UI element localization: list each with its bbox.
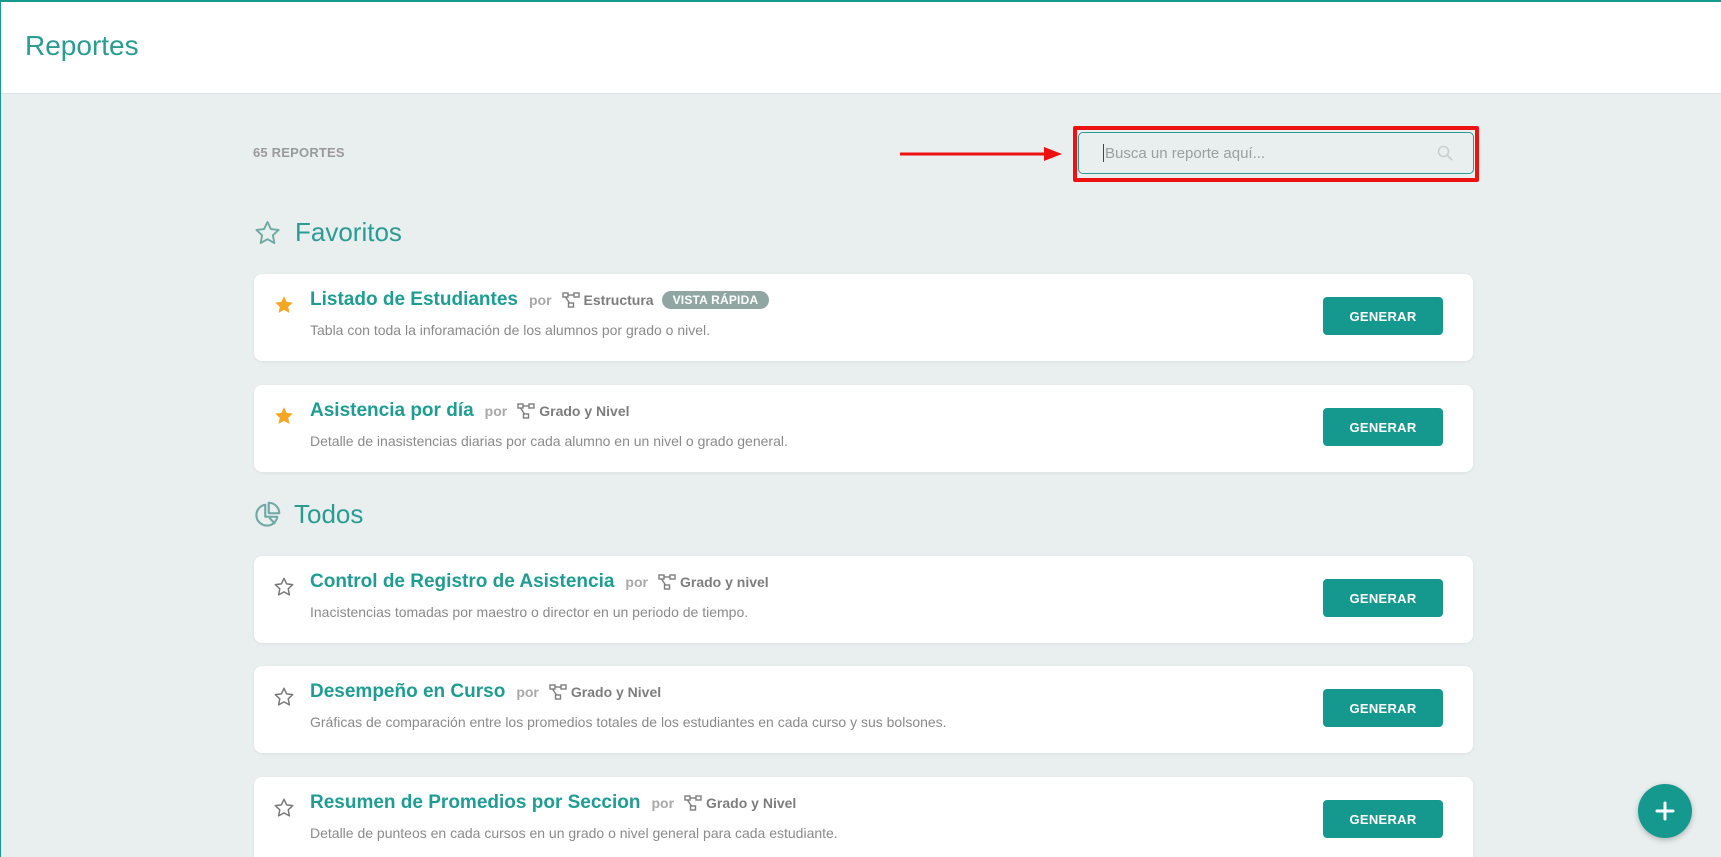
report-por-label: por bbox=[516, 684, 539, 700]
report-title[interactable]: Listado de Estudiantes bbox=[310, 289, 518, 311]
star-outline-icon[interactable] bbox=[273, 686, 295, 708]
generate-button[interactable]: GENERAR bbox=[1323, 800, 1443, 838]
structure-icon bbox=[549, 684, 567, 700]
report-por-label: por bbox=[528, 292, 552, 308]
report-count: 65 REPORTES bbox=[253, 145, 345, 160]
structure-icon bbox=[658, 574, 676, 590]
report-title[interactable]: Desempeño en Curso bbox=[310, 681, 505, 703]
report-title[interactable]: Resumen de Promedios por Seccion bbox=[310, 792, 640, 814]
star-outline-icon[interactable] bbox=[273, 797, 295, 819]
star-filled-icon[interactable] bbox=[273, 294, 295, 316]
star-outline-icon[interactable] bbox=[273, 576, 295, 598]
star-outline-icon bbox=[255, 220, 280, 244]
left-border-line bbox=[0, 0, 1, 857]
report-description: Detalle de inasistencias diarias por cad… bbox=[310, 433, 788, 449]
add-report-button[interactable] bbox=[1638, 784, 1692, 838]
report-description: Tabla con toda la inforamación de los al… bbox=[310, 322, 711, 338]
favorites-title: Favoritos bbox=[295, 217, 402, 247]
search-icon[interactable] bbox=[1437, 145, 1453, 161]
report-scope: Estructura bbox=[583, 292, 654, 308]
report-card: Control de Registro de Asistencia por Gr… bbox=[254, 556, 1473, 643]
generate-button[interactable]: GENERAR bbox=[1323, 408, 1443, 446]
report-title[interactable]: Asistencia por día bbox=[310, 400, 474, 422]
pie-chart-icon bbox=[255, 501, 281, 527]
report-card: Asistencia por día por Grado y Nivel Det… bbox=[254, 385, 1473, 472]
report-scope: Grado y Nivel bbox=[539, 403, 630, 419]
all-title: Todos bbox=[294, 499, 364, 529]
annotation-arrow bbox=[900, 147, 1062, 161]
search-field[interactable] bbox=[1078, 132, 1474, 174]
quick-view-badge: VISTA RÁPIDA bbox=[661, 291, 770, 309]
report-card: Desempeño en Curso por Grado y Nivel Grá… bbox=[254, 666, 1473, 753]
structure-icon bbox=[684, 795, 702, 811]
report-scope: Grado y Nivel bbox=[570, 684, 662, 700]
structure-icon bbox=[517, 403, 535, 419]
plus-icon bbox=[1655, 801, 1675, 821]
favorites-section-header: Favoritos bbox=[253, 217, 402, 248]
report-por-label: por bbox=[651, 795, 675, 811]
report-scope: Grado y Nivel bbox=[706, 795, 797, 811]
generate-button[interactable]: GENERAR bbox=[1323, 579, 1443, 617]
generate-button[interactable]: GENERAR bbox=[1323, 689, 1443, 727]
structure-icon bbox=[561, 292, 580, 308]
report-title[interactable]: Control de Registro de Asistencia bbox=[310, 571, 614, 593]
report-description: Inacistencias tomadas por maestro o dire… bbox=[310, 604, 749, 620]
search-input[interactable] bbox=[1103, 144, 1433, 162]
report-card: Resumen de Promedios por Seccion por Gra… bbox=[254, 777, 1473, 857]
page-header: Reportes bbox=[1, 2, 1721, 94]
report-description: Gráficas de comparación entre los promed… bbox=[310, 714, 947, 730]
star-filled-icon[interactable] bbox=[273, 405, 295, 427]
generate-button[interactable]: GENERAR bbox=[1323, 297, 1443, 335]
report-card: Listado de Estudiantes por Estructura VI… bbox=[254, 274, 1473, 361]
report-por-label: por bbox=[484, 403, 508, 419]
page-title: Reportes bbox=[25, 30, 139, 61]
report-scope: Grado y nivel bbox=[679, 574, 769, 590]
report-description: Detalle de punteos en cada cursos en un … bbox=[310, 825, 838, 841]
all-section-header: Todos bbox=[253, 499, 363, 530]
report-por-label: por bbox=[625, 574, 648, 590]
